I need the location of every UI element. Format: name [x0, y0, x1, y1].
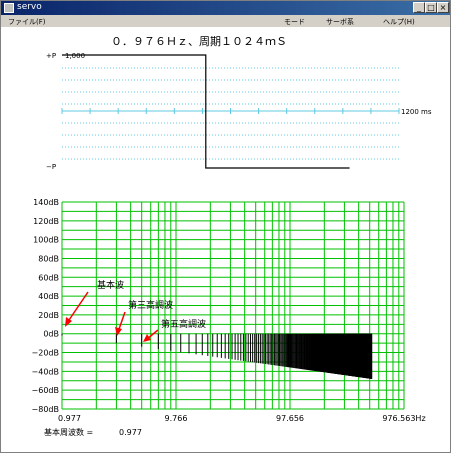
spectrum-bars [61, 333, 373, 379]
frequency-period-header: ０．９７６Ｈｚ、周期１０２４ｍＳ [111, 35, 287, 48]
spectrum-x-tick-label: 97.656 [276, 414, 304, 423]
spectrum-grid [61, 201, 405, 410]
spectrum-y-tick-label: 120dB [33, 217, 59, 226]
close-button[interactable]: × [437, 2, 449, 13]
waveform-panel: +P 1,000 −P 1200 ms [46, 52, 432, 171]
spectrum-y-tick-label: 40dB [38, 292, 59, 301]
fundamental-frequency-value: 0.977 [119, 428, 142, 437]
spectrum-y-tick-label: 0dB [43, 330, 59, 339]
app-window: servo _ □ × ファイル(F) モード サーボ系 ヘルプ(H) ０．９７… [0, 0, 451, 453]
plots-svg: ０．９７６Ｈｚ、周期１０２４ｍＳ +P 1,000 −P 1200 ms 140… [32, 35, 432, 437]
spectrum-y-tick-label: 60dB [38, 273, 59, 282]
plus-value-label: 1,000 [65, 52, 85, 60]
spectrum-y-tick-label: −40dB [32, 367, 59, 376]
annotation-fundamental-arrow [66, 291, 89, 324]
spectrum-x-tick-label: 0.977 [58, 414, 81, 423]
plus-p-label: +P [46, 52, 56, 60]
minimize-button[interactable]: _ [413, 2, 425, 13]
menu-mode[interactable]: モード [284, 17, 305, 27]
spectrum-y-ticks: 140dB 120dB 100dB 80dB 60dB 40dB 20dB 0dB −20dB −… [32, 198, 59, 414]
spectrum-x-tick-label: 976.563Hz [382, 414, 425, 423]
fundamental-frequency-label: 基本周波数 = [44, 427, 93, 437]
annotation-third-harmonic: 第三高調波 [128, 299, 173, 311]
annotation-fifth-arrowhead [143, 334, 151, 342]
spectrum-y-tick-label: 80dB [38, 254, 59, 263]
plot-canvas: ０．９７６Ｈｚ、周期１０２４ｍＳ +P 1,000 −P 1200 ms 140… [1, 27, 450, 452]
spectrum-y-tick-label: −60dB [32, 386, 59, 395]
menu-servo[interactable]: サーボ系 [326, 17, 354, 27]
minus-p-label: −P [46, 163, 56, 171]
annotation-fundamental: 基本波 [97, 279, 124, 291]
time-end-label: 1200 ms [401, 108, 432, 116]
spectrum-y-tick-label: −20dB [32, 349, 59, 358]
menu-bar: ファイル(F) モード サーボ系 ヘルプ(H) [1, 15, 450, 27]
spectrum-x-tick-label: 9.766 [165, 414, 188, 423]
spectrum-x-ticks: 0.977 9.766 97.656 976.563Hz [58, 414, 426, 423]
app-icon [4, 3, 14, 13]
menu-help[interactable]: ヘルプ(H) [383, 17, 415, 27]
title-bar[interactable]: servo _ □ × [1, 1, 450, 15]
spectrum-panel: 140dB 120dB 100dB 80dB 60dB 40dB 20dB 0dB −20dB −… [32, 198, 426, 437]
maximize-button[interactable]: □ [425, 2, 437, 13]
annotation-fifth-harmonic: 第五高調波 [161, 318, 206, 330]
menu-file[interactable]: ファイル(F) [8, 17, 46, 27]
window-title: servo [17, 2, 42, 12]
spectrum-y-tick-label: −80dB [32, 405, 59, 414]
spectrum-y-tick-label: 140dB [33, 198, 59, 207]
spectrum-y-tick-label: 20dB [38, 311, 59, 320]
spectrum-y-tick-label: 100dB [33, 236, 59, 245]
